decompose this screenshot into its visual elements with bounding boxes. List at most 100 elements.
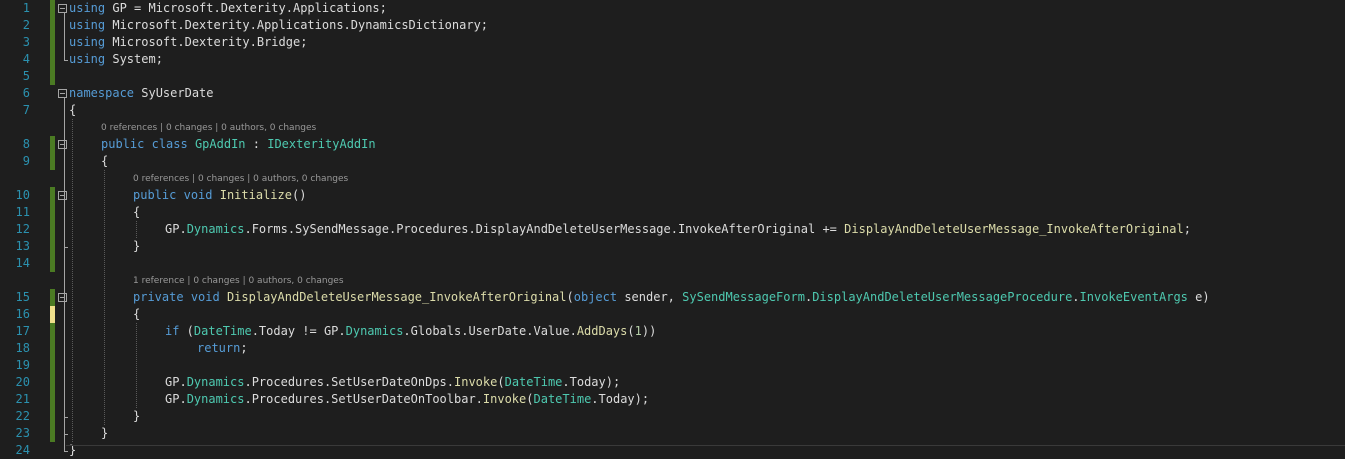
saved-change-marker <box>50 238 55 255</box>
using-fold-line <box>64 13 65 60</box>
code-token: } <box>133 239 141 253</box>
code-token: ; <box>240 341 248 355</box>
line-number: 20 <box>15 375 30 389</box>
saved-change-marker <box>50 187 55 204</box>
code-text: return; <box>197 340 248 357</box>
code-token: sender, <box>617 290 683 304</box>
code-line[interactable]: 9{ <box>0 153 1345 170</box>
code-token: class <box>151 137 188 151</box>
code-line[interactable]: 20 GP.Dynamics.Procedures.SetUserDateOnDp… <box>0 374 1345 391</box>
code-token: namespace <box>69 86 135 100</box>
saved-change-marker <box>50 136 55 153</box>
editor-bottom-border <box>66 445 1345 446</box>
handler-fold-line-end <box>64 417 68 418</box>
code-text: { <box>101 153 108 170</box>
line-number: 23 <box>15 426 30 440</box>
saved-change-marker <box>50 51 55 68</box>
code-token: .Today != GP. <box>251 324 346 338</box>
code-line[interactable]: 21 GP.Dynamics.Procedures.SetUserDateOnTo… <box>0 391 1345 408</box>
collapse-toggle-icon[interactable] <box>58 89 67 98</box>
initialize-fold-line-end <box>64 247 68 248</box>
code-line[interactable]: 2 using Microsoft.Dexterity.Applications.… <box>0 17 1345 34</box>
code-token: Invoke <box>482 392 527 406</box>
code-line[interactable]: 7{ <box>0 102 1345 119</box>
line-number: 10 <box>15 188 30 202</box>
code-token: Dynamics <box>345 324 404 338</box>
codelens-info[interactable]: 1 reference | 0 changes | 0 authors, 0 c… <box>133 274 344 288</box>
code-text: using System; <box>69 51 163 68</box>
code-token: DateTime <box>533 392 592 406</box>
line-number: 16 <box>15 307 30 321</box>
collapse-toggle-icon[interactable] <box>58 140 67 149</box>
code-token: GP. <box>165 392 187 406</box>
code-line[interactable]: 4 using System; <box>0 51 1345 68</box>
code-token: Dynamics <box>186 375 245 389</box>
line-number: 4 <box>22 52 30 66</box>
line-number: 6 <box>22 86 30 100</box>
code-token: public <box>101 137 145 151</box>
code-line[interactable]: 22} <box>0 408 1345 425</box>
code-token: IDexterityAddIn <box>267 137 376 151</box>
codelens-info[interactable]: 0 references | 0 changes | 0 authors, 0 … <box>133 172 348 186</box>
code-token: using <box>69 18 106 32</box>
code-line[interactable]: 23} <box>0 425 1345 442</box>
code-token: Microsoft.Dexterity.Applications.Dynamic… <box>105 18 489 32</box>
code-line[interactable]: 8 public class GpAddIn : IDexterityAddIn <box>0 136 1345 153</box>
code-line[interactable]: 11 { <box>0 204 1345 221</box>
code-token: SySendMessageForm <box>682 290 805 304</box>
line-number: 5 <box>22 69 30 83</box>
code-token: .Procedures.SetUserDateOnDps. <box>244 375 454 389</box>
code-line[interactable]: 14 <box>0 255 1345 272</box>
line-number: 7 <box>22 103 30 117</box>
code-token: DisplayAndDeleteUserMessage_InvokeAfterO… <box>844 222 1184 236</box>
line-number: 11 <box>15 205 30 219</box>
code-token: ( <box>497 375 505 389</box>
line-number: 1 <box>22 1 30 15</box>
line-number: 13 <box>15 239 30 253</box>
code-text: GP.Dynamics.Forms.SySendMessage.Procedur… <box>165 221 1191 238</box>
saved-change-marker <box>50 408 55 425</box>
collapse-toggle-icon[interactable] <box>58 4 67 13</box>
codelens-info[interactable]: 0 references | 0 changes | 0 authors, 0 … <box>101 121 316 135</box>
code-text: if (DateTime.Today != GP.Dynamics.Global… <box>165 323 656 340</box>
code-text: } <box>101 425 108 442</box>
code-token: Microsoft.Dexterity.Bridge; <box>105 35 308 49</box>
code-token: void <box>190 290 220 304</box>
code-text: public void Initialize() <box>133 187 306 204</box>
code-editor[interactable]: 1 using GP = Microsoft.Dexterity.Applicat… <box>0 0 1345 457</box>
code-token: 1 <box>634 324 642 338</box>
code-line[interactable]: 13} <box>0 238 1345 255</box>
code-line[interactable]: 3 using Microsoft.Dexterity.Bridge; <box>0 34 1345 51</box>
indent-guide <box>72 119 73 442</box>
code-line[interactable]: 18 return; <box>0 340 1345 357</box>
collapse-toggle-icon[interactable] <box>58 191 67 200</box>
code-line[interactable]: 5 <box>0 68 1345 85</box>
line-number: 15 <box>15 290 30 304</box>
code-token: GpAddIn <box>194 137 246 151</box>
code-text: using GP = Microsoft.Dexterity.Applicati… <box>69 0 387 17</box>
saved-change-marker <box>50 425 55 442</box>
code-text: public class GpAddIn : IDexterityAddIn <box>101 136 376 153</box>
code-token: .Globals.UserDate.Value. <box>403 324 577 338</box>
code-token: using <box>69 52 106 66</box>
collapse-toggle-icon[interactable] <box>58 293 67 302</box>
code-token: } <box>101 426 109 440</box>
code-line[interactable]: 1 using GP = Microsoft.Dexterity.Applicat… <box>0 0 1345 17</box>
code-line[interactable]: 19 <box>0 357 1345 374</box>
code-token: } <box>133 409 141 423</box>
code-line[interactable]: 10 public void Initialize() <box>0 187 1345 204</box>
line-number: 8 <box>22 137 30 151</box>
line-number: 24 <box>15 443 30 457</box>
code-line[interactable]: 16 { <box>0 306 1345 323</box>
code-line[interactable]: 12 GP.Dynamics.Forms.SySendMessage.Proced… <box>0 221 1345 238</box>
code-token: ( <box>179 324 194 338</box>
code-line[interactable]: 6 namespace SyUserDate <box>0 85 1345 102</box>
code-line[interactable]: 17 if (DateTime.Today != GP.Dynamics.Glob… <box>0 323 1345 340</box>
line-number: 14 <box>15 256 30 270</box>
saved-change-marker <box>50 153 55 170</box>
code-line[interactable]: 15 private void DisplayAndDeleteUserMessa… <box>0 289 1345 306</box>
